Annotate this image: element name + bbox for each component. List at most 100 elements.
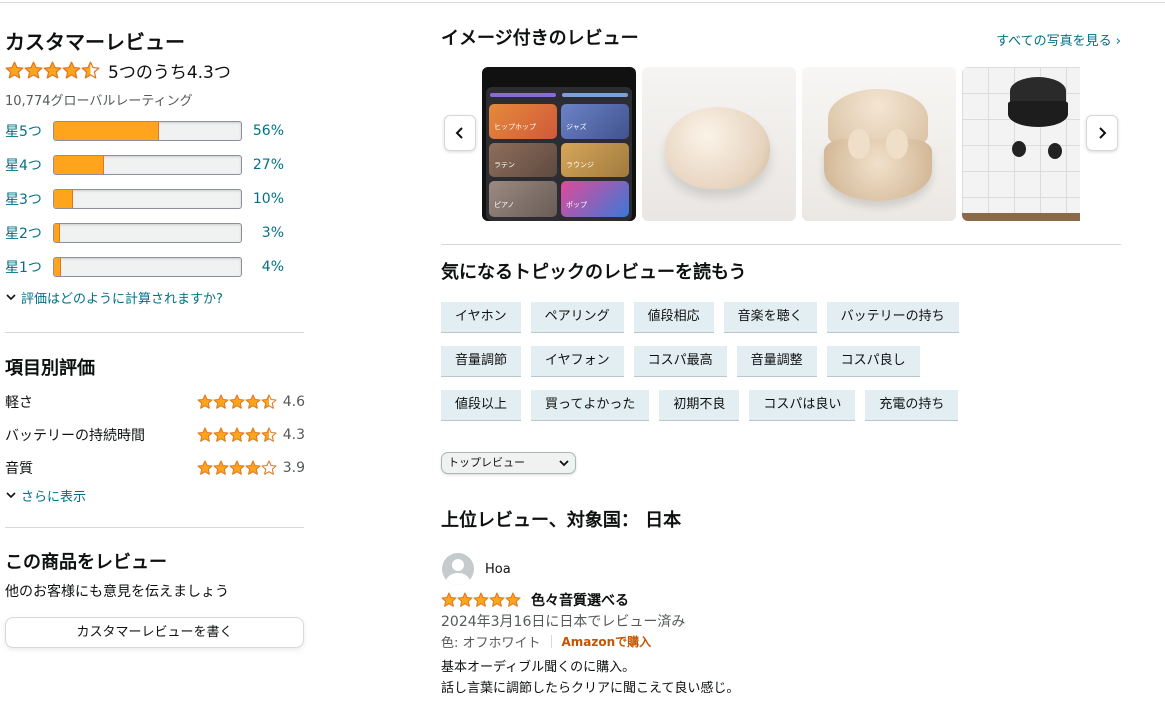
attribute-value: 4.6 <box>282 393 305 410</box>
chevron-down-icon <box>6 492 16 499</box>
genre-tile[interactable]: ジャズ <box>561 104 629 139</box>
topic-chip[interactable]: 初期不良 <box>659 390 740 421</box>
rating-histogram: 星5つ 56% 星4つ 27% 星3つ 10% 星2つ 3% 星1つ 4% <box>5 119 305 279</box>
histogram-row-1[interactable]: 星1つ 4% <box>5 255 305 279</box>
section-divider <box>5 527 304 528</box>
histogram-bar[interactable] <box>53 223 242 243</box>
image-carousel: ヒップホップ ジャズ ラテン ラウンジ ピアノ ポップ <box>441 67 1121 221</box>
carousel-prev-button[interactable] <box>444 115 476 151</box>
show-more-label: さらに表示 <box>21 489 87 505</box>
review-title-row[interactable]: 色々音質選べる <box>441 591 1121 609</box>
average-rating-text: 5つのうち4.3つ <box>108 62 231 83</box>
star-icon <box>197 459 213 475</box>
review-image-4[interactable] <box>962 67 1080 221</box>
star-icon <box>43 61 62 79</box>
histogram-fill <box>54 224 60 242</box>
chevron-down-icon <box>6 294 16 301</box>
histogram-row-3[interactable]: 星3つ 10% <box>5 187 305 211</box>
genre-tile[interactable]: ラテン <box>489 143 557 177</box>
star-icon <box>473 592 489 607</box>
ratings-summary: カスタマーレビュー 5つのうち4.3つ 10,774グローバルレーティング 星5… <box>5 28 305 648</box>
verified-purchase-badge: Amazonで購入 <box>561 635 652 649</box>
topic-chip[interactable]: コスパ最高 <box>633 346 727 377</box>
histogram-bar[interactable] <box>53 257 242 277</box>
topic-chip[interactable]: バッテリーの持ち <box>826 302 959 333</box>
topic-chip[interactable]: コスパは良い <box>749 390 856 421</box>
review-title[interactable]: 色々音質選べる <box>531 590 629 610</box>
genre-tile-label: ラウンジ <box>566 161 594 169</box>
topic-chip[interactable]: 音量調節 <box>441 346 522 377</box>
histogram-percent[interactable]: 10% <box>242 191 284 207</box>
chevron-down-icon <box>559 460 569 467</box>
show-more-link[interactable]: さらに表示 <box>5 485 305 505</box>
app-tile-strip <box>562 93 628 97</box>
histogram-row-4[interactable]: 星4つ 27% <box>5 153 305 177</box>
histogram-row-5[interactable]: 星5つ 56% <box>5 119 305 143</box>
star-icon <box>441 592 457 607</box>
topic-chip[interactable]: 音量調整 <box>736 346 817 377</box>
star-icon <box>229 459 245 475</box>
topic-chip[interactable]: 充電の持ち <box>865 390 959 421</box>
attribute-name: 軽さ <box>5 394 33 411</box>
review-item: Hoa 色々音質選べる 2024年3月16日に日本でレビュー済み 色: オフホワ… <box>441 552 1121 699</box>
histogram-percent[interactable]: 4% <box>242 259 284 275</box>
global-ratings-count: 10,774グローバルレーティング <box>5 94 193 109</box>
histogram-percent[interactable]: 27% <box>242 157 284 173</box>
histogram-label[interactable]: 星2つ <box>5 223 53 243</box>
histogram-percent[interactable]: 3% <box>242 225 284 241</box>
topic-chip[interactable]: ペアリング <box>530 302 624 333</box>
histogram-bar[interactable] <box>53 121 242 141</box>
genre-tile-label: ラテン <box>494 161 515 169</box>
sort-selected: トップレビュー <box>448 456 525 469</box>
histogram-bar[interactable] <box>53 189 242 209</box>
genre-tile[interactable]: ポップ <box>561 181 629 217</box>
genre-tile[interactable]: ラウンジ <box>561 143 629 177</box>
attribute-row: 軽さ 4.6 <box>5 385 305 418</box>
table-edge <box>962 213 1080 221</box>
attribute-ratings: 軽さ 4.6 バッテリーの持続時間 4.3 音質 3.9 <box>5 385 305 484</box>
earbuds-case <box>665 107 770 189</box>
topic-chip[interactable]: 買ってよかった <box>531 390 650 421</box>
topic-chip[interactable]: イヤフォン <box>531 346 624 377</box>
top-reviews-title: 上位レビュー、対象国： 日本 <box>441 510 682 531</box>
histogram-bar[interactable] <box>53 155 242 175</box>
review-image-2[interactable] <box>642 67 796 221</box>
histogram-label[interactable]: 星5つ <box>5 121 53 141</box>
rating-stars <box>5 61 100 80</box>
topic-chip[interactable]: 値段相応 <box>633 302 714 333</box>
genre-tile[interactable]: ピアノ <box>489 181 557 217</box>
attribute-stars <box>197 459 277 476</box>
review-stars <box>441 592 521 608</box>
topic-chip[interactable]: 値段以上 <box>441 390 522 421</box>
review-image-1[interactable]: ヒップホップ ジャズ ラテン ラウンジ ピアノ ポップ <box>482 67 636 221</box>
topic-chip[interactable]: コスパ良し <box>826 346 920 377</box>
sort-dropdown[interactable]: トップレビュー <box>441 452 576 474</box>
attribute-value: 3.9 <box>282 459 305 476</box>
avatar-head <box>452 559 464 571</box>
histogram-label[interactable]: 星1つ <box>5 257 53 277</box>
how-calculated-link[interactable]: 評価はどのように計算されますか? <box>5 287 305 307</box>
review-author[interactable]: Hoa <box>441 552 1121 586</box>
star-icon <box>229 393 245 409</box>
genre-tile[interactable]: ヒップホップ <box>489 104 557 139</box>
attribute-stars <box>197 393 277 410</box>
star-icon <box>197 393 213 409</box>
topic-chip[interactable]: 音楽を聴く <box>723 302 817 333</box>
carousel-next-button[interactable] <box>1086 115 1118 151</box>
histogram-row-2[interactable]: 星2つ 3% <box>5 221 305 245</box>
topic-chip[interactable]: イヤホン <box>441 302 521 333</box>
genre-tile-label: ポップ <box>566 201 587 209</box>
star-icon <box>505 592 521 607</box>
review-variant[interactable]: 色: オフホワイト <box>441 632 541 651</box>
write-review-button[interactable]: カスタマーレビューを書く <box>5 617 304 648</box>
histogram-percent[interactable]: 56% <box>242 123 284 139</box>
histogram-label[interactable]: 星3つ <box>5 189 53 209</box>
histogram-fill <box>54 122 159 140</box>
histogram-label[interactable]: 星4つ <box>5 155 53 175</box>
write-review-title: この商品をレビュー <box>5 552 167 573</box>
review-image-3[interactable] <box>802 67 956 221</box>
see-all-photos-link[interactable]: すべての写真を見る › <box>996 30 1121 49</box>
star-icon <box>229 426 245 442</box>
attribute-value: 4.3 <box>282 426 305 443</box>
average-rating-row[interactable]: 5つのうち4.3つ <box>5 58 305 83</box>
